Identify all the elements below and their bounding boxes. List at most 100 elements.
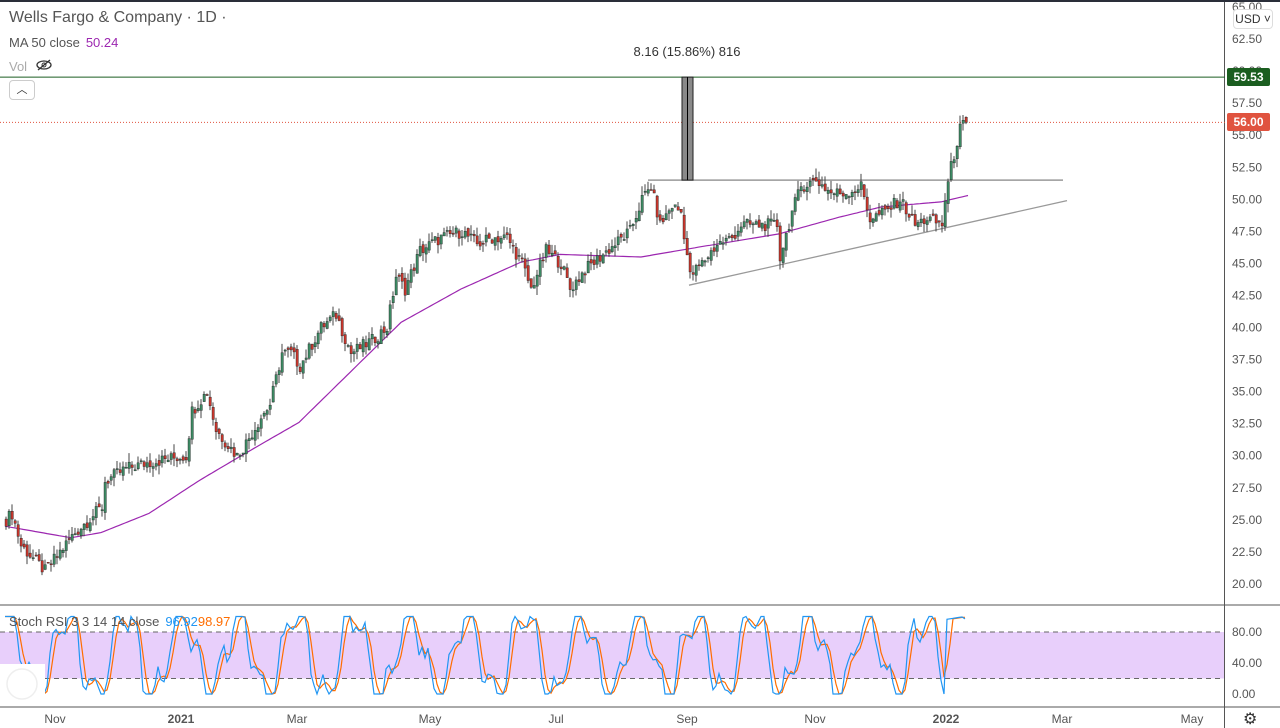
candle [727,232,731,239]
candle [751,221,755,234]
candle [607,243,611,257]
candle [190,401,194,445]
candle-body-up [721,242,725,245]
candle [778,222,782,270]
symbol-title[interactable]: Wells Fargo & Company · 1D · [9,9,227,27]
candle-body-down [193,409,197,414]
candle-body-down [862,184,866,197]
candle-body-up [307,343,311,359]
candle-body-up [493,237,497,246]
price-axis-label: 40.00 [1232,321,1262,335]
collapse-legend-button[interactable]: ︿ [9,80,35,100]
candle-body-up [643,191,647,193]
candle [469,225,473,242]
settings-gear-icon[interactable]: ⚙ [1243,709,1257,728]
candle [313,335,317,354]
candle [646,181,650,197]
candle-body-up [586,260,590,274]
candle [148,453,152,473]
candle-body-up [919,218,923,224]
candle-body-down [505,232,509,235]
stoch-rsi-legend[interactable]: Stoch RSI 3 3 14 14 close 96.9298.97 [9,614,230,629]
candle [703,259,707,267]
candle-body-up [628,225,632,227]
candle [559,259,563,276]
candle [715,238,719,258]
candle [346,343,350,348]
candle-body-up [61,550,65,553]
candle [850,189,854,205]
candle [442,227,446,237]
candle-body-down [922,218,926,224]
candle [169,451,173,465]
candle-body-up [562,266,566,270]
candle-body-up [301,360,305,374]
candle [265,409,269,421]
ma-legend[interactable]: MA 50 close 50.24 [9,35,118,50]
candle-body-up [445,230,449,232]
candle [910,205,914,217]
currency-select[interactable]: USD ˅ [1233,9,1273,29]
candle-body-down [217,428,221,434]
candle [604,245,608,257]
candle-body-down [883,205,887,210]
candle-body-up [316,332,320,345]
candle [814,168,818,182]
candle [664,205,668,221]
candle-body-up [844,194,848,199]
candle [505,227,509,240]
candle [523,253,527,277]
candle-body-up [58,549,62,559]
candle-body-up [580,272,584,283]
candle [457,228,461,247]
candle-body-up [313,342,317,347]
candle-body-up [772,220,776,222]
candle [256,424,260,440]
candle-body-down [340,318,344,337]
candle-body-up [784,232,788,251]
candle-body-down [334,313,338,319]
candle-body-up [328,316,332,321]
currency-label: USD [1235,12,1261,26]
candle [262,411,266,420]
candle [409,264,413,289]
candle-body-up [871,218,875,223]
candle-body-down [181,456,185,461]
candle [622,232,626,241]
candle [448,226,452,238]
candle-body-down [823,183,827,191]
candle [898,193,902,213]
stoch-label: Stoch RSI 3 3 14 14 close [9,614,160,629]
candle-body-up [430,239,434,241]
eye-off-icon[interactable] [35,59,53,74]
candle-body-down [895,200,899,209]
candle [820,176,824,189]
candle-body-down [364,342,368,348]
candle [325,317,329,330]
candle-body-up [664,213,668,221]
candle-body-down [496,236,500,243]
candle [640,186,644,216]
candle-body-up [832,193,836,196]
candle-body-down [220,434,224,442]
candle-body-down [865,196,869,211]
candle [754,219,758,225]
ma-label: MA 50 close [9,35,80,50]
candle-body-up [958,123,962,147]
candle-body-up [955,146,959,159]
candle [829,180,833,199]
candle [136,456,140,471]
candle [85,515,89,531]
candle [841,190,845,203]
candle-body-down [697,264,701,267]
candle-body-down [97,503,101,508]
candle-body-up [727,236,731,238]
candle [826,186,830,201]
candle [661,215,665,225]
candle [166,454,170,463]
candle-body-up [517,255,521,257]
candle-body-up [202,393,206,402]
candle [568,277,572,298]
vol-legend[interactable]: Vol [9,59,53,74]
candle [58,541,62,561]
